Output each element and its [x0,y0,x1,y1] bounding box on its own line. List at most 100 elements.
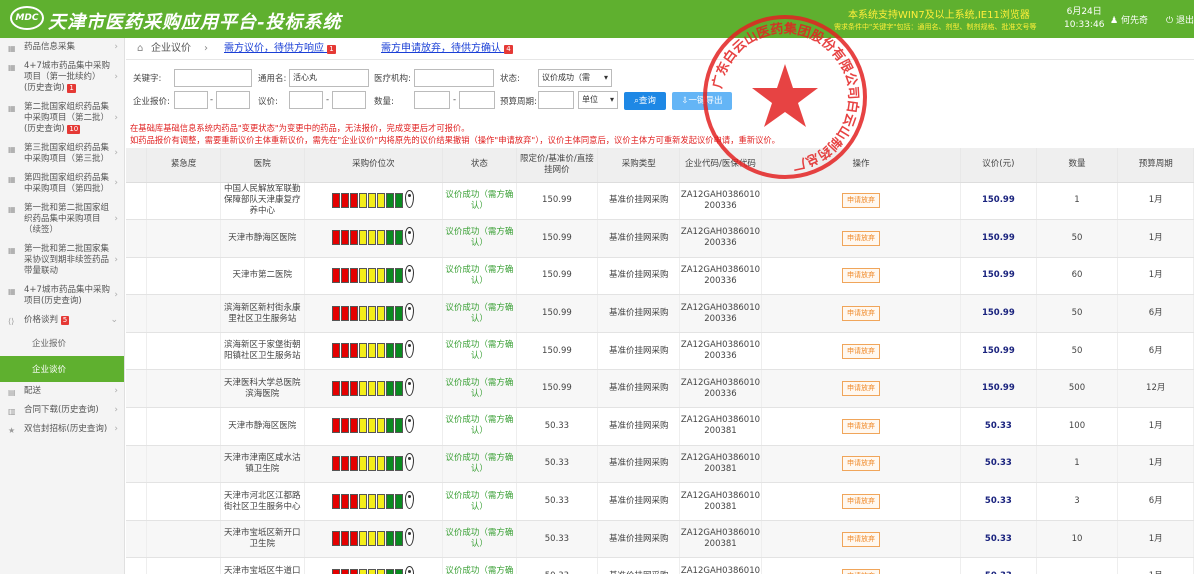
select-cell[interactable] [126,257,148,296]
qty-max-input[interactable] [459,91,495,109]
select-cell[interactable] [126,219,148,258]
sidebar-item[interactable]: ▦ 药品信息采集 › [0,38,124,57]
apply-abandon-button[interactable]: 申请放弃 [841,531,880,547]
apply-abandon-button[interactable]: 申请放弃 [841,306,880,322]
rank-block [368,455,377,471]
keyword-input[interactable] [174,69,252,87]
urgency-cell [146,557,221,574]
select-cell[interactable] [126,294,148,333]
price-rank-bar [332,340,415,359]
status-cell: 议价成功（需方确认） [442,520,517,559]
table-row[interactable]: 天津市静海区医院 议价成功（需方确认） 50.33 基准价挂网采购 ZA12GAH038… [126,407,1194,446]
sidebar-item[interactable]: ⟨⟩ 价格谈判 5 ⌄ [0,311,124,330]
select-cell[interactable] [126,332,148,371]
location-pin-icon [405,340,415,359]
bargain-min-input[interactable] [289,91,323,109]
quote-min-input[interactable] [174,91,208,109]
qty-min-input[interactable] [414,91,450,109]
sidebar-item[interactable]: ▦ 第三批国家组织药品集中采购项目（第三批） › [0,139,124,169]
export-button[interactable]: ⇩一键导出 [672,92,732,110]
apply-abandon-button[interactable]: 申请放弃 [841,569,880,574]
cycle-input[interactable] [538,91,574,109]
rank-block [341,455,350,471]
apply-abandon-button[interactable]: 申请放弃 [841,343,880,359]
ref-price-cell: 50.33 [516,445,599,484]
table-row[interactable]: 滨海新区于家堡街朝阳镇社区卫生服务站 议价成功（需方确认） 150.99 基准价挂网采… [126,332,1194,371]
apply-abandon-button[interactable]: 申请放弃 [841,456,880,472]
quantity-cell: 60 [1036,257,1119,296]
sidebar-subitem[interactable]: 企业谈价 [0,356,124,382]
generic-name-input[interactable]: 活心丸 [289,69,369,87]
column-header: 预算周期 [1117,148,1194,183]
link-pending-response[interactable]: 需方议价，待供方响应 1 [224,38,336,60]
select-cell[interactable] [126,482,148,521]
logout-button[interactable]: ⏻ 退出 [1166,13,1194,26]
sidebar-item[interactable]: ▦ 第二批国家组织药品集中采购项目（第二批）(历史查询) 10 › [0,98,124,139]
org-input[interactable] [414,69,494,87]
select-cell[interactable] [126,557,148,574]
table-row[interactable]: 天津市第二医院 议价成功（需方确认） 150.99 基准价挂网采购 ZA12GAH038… [126,257,1194,296]
link-pending-confirm[interactable]: 需方申请放弃，待供方确认 4 [381,38,513,60]
rank-block [332,343,341,359]
sidebar-item[interactable]: ▦ 第一批和第二批国家集采协议到期非续签药品带量联动 › [0,240,124,281]
rank-block [377,230,386,246]
ref-price-cell: 150.99 [516,182,599,221]
table-row[interactable]: 天津市津南区咸水沽镇卫生院 议价成功（需方确认） 50.33 基准价挂网采购 ZA12G… [126,445,1194,484]
location-pin-icon [405,565,415,574]
home-icon[interactable]: ⌂ [137,38,143,60]
bargain-max-input[interactable] [332,91,366,109]
status-select[interactable]: 议价成功（需 ▾ [538,69,612,87]
table-row[interactable]: 天津市宝坻区新开口卫生院 议价成功（需方确认） 50.33 基准价挂网采购 ZA12GA… [126,520,1194,559]
rank-block [359,267,368,283]
table-row[interactable]: 天津市河北区江都路街社区卫生服务中心 议价成功（需方确认） 50.33 基准价挂网采购… [126,482,1194,521]
status-select-value: 议价成功（需 [542,73,590,82]
sidebar-item[interactable]: ★ 双信封招标(历史查询) › [0,420,124,439]
apply-abandon-button[interactable]: 申请放弃 [841,193,880,209]
rank-block [359,230,368,246]
sidebar-item[interactable]: ▥ 合同下载(历史查询) › [0,401,124,420]
rank-block [368,531,377,547]
range-dash: - [210,95,214,105]
user-menu[interactable]: ♟ 何先奇 [1110,13,1148,26]
table-row[interactable]: 天津市宝坻区牛道口卫生院议价成功（需方确认）50.33基准价挂网采购ZA12GA… [126,557,1194,574]
time-label: 10:33:46 [1064,20,1105,30]
apply-abandon-button[interactable]: 申请放弃 [841,381,880,397]
column-header: 采购价位次 [304,148,444,183]
unit-select[interactable]: 单位 ▾ [578,91,618,109]
sidebar-item[interactable]: ▦ 4+7城市药品集中采购项目（第一批续约）(历史查询) 1 › [0,57,124,98]
search-button[interactable]: ⌕查询 [624,92,666,110]
apply-abandon-button[interactable]: 申请放弃 [841,494,880,510]
rank-block [395,230,404,246]
select-cell[interactable] [126,407,148,446]
select-cell[interactable] [126,445,148,484]
sidebar-item[interactable]: ▤ 配送 › [0,382,124,401]
chevron-icon: › [114,112,118,123]
rank-block [350,343,359,359]
sidebar-item[interactable]: ▦ 第一批和第二批国家组织药品集中采购项目（续签） › [0,199,124,240]
code-cell: ZA12GAH0386010200336 [679,257,762,296]
apply-abandon-button[interactable]: 申请放弃 [841,418,880,434]
filter-panel: 关键字: 通用名: 活心丸 医疗机构: 状态: 议价成功（需 ▾ 企业报价: - … [126,61,1194,117]
select-cell[interactable] [126,182,148,221]
rank-block [368,493,377,509]
quote-max-input[interactable] [216,91,250,109]
table-row[interactable]: 中国人民解放军联勤保障部队天津康复疗养中心 议价成功（需方确认） 150.99 基准价… [126,182,1194,221]
select-cell[interactable] [126,520,148,559]
sidebar-subitem[interactable]: 企业报价 [0,330,124,356]
table-header: 紧急度 医院 采购价位次 状态 限定价/基准价/直接挂网价 采购类型 企业代码/医保代码 操作… [126,148,1194,183]
status-cell: 议价成功（需方确认） [442,257,517,296]
apply-abandon-button[interactable]: 申请放弃 [841,268,880,284]
list-icon: ▤ [8,388,16,397]
apply-abandon-button[interactable]: 申请放弃 [841,230,880,246]
sidebar-item[interactable]: ▦ 第四批国家组织药品集中采购项目（第四批） › [0,169,124,199]
code-icon: ⟨⟩ [8,317,15,326]
cycle-cell: 1月 [1117,219,1194,258]
table-row[interactable]: 天津医科大学总医院滨海医院 议价成功（需方确认） 150.99 基准价挂网采购 ZA12… [126,369,1194,409]
quantity-cell [1036,557,1119,574]
table-row[interactable]: 滨海新区新村街永康里社区卫生服务站 议价成功（需方确认） 150.99 基准价挂网采购… [126,294,1194,333]
rank-block [332,493,341,509]
sidebar-item[interactable]: ▦ 4+7城市药品集中采购项目(历史查询) › [0,281,124,311]
table-row[interactable]: 天津市静海区医院 议价成功（需方确认） 150.99 基准价挂网采购 ZA12GAH03… [126,219,1194,258]
select-cell[interactable] [126,369,148,409]
user-icon: ♟ [1110,16,1119,26]
